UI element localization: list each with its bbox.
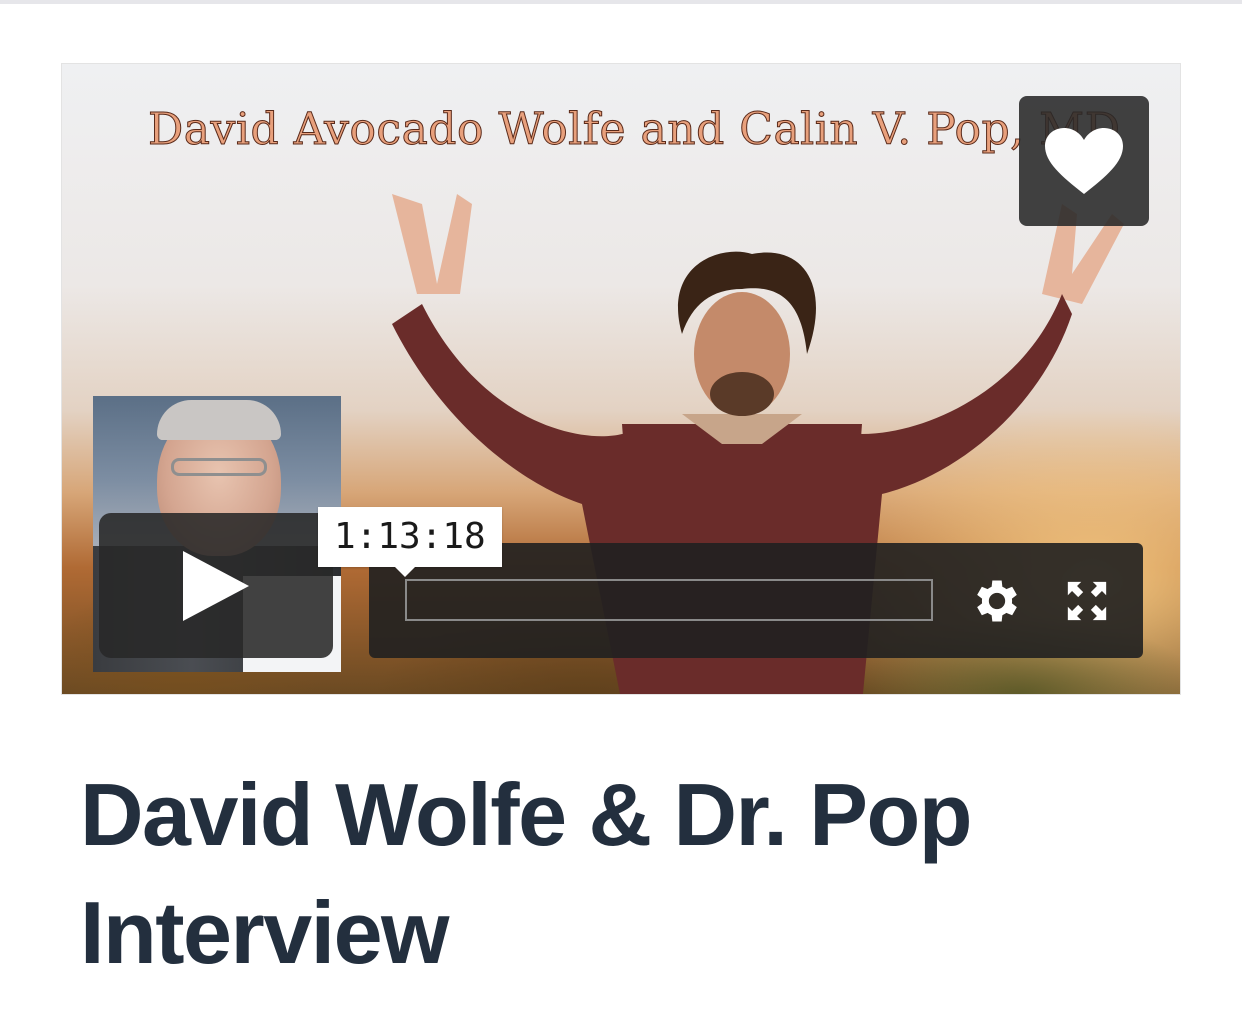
page-title: David Wolfe & Dr. Pop Interview	[80, 765, 973, 982]
fullscreen-button[interactable]	[1059, 573, 1115, 629]
play-button[interactable]	[99, 513, 333, 658]
video-caption-overlay: David Avocado Wolfe and Calin V. Pop, MD	[148, 104, 1121, 156]
time-tooltip: 1:13:18	[318, 507, 502, 577]
time-tooltip-label: 1:13:18	[334, 516, 486, 557]
time-tooltip-pointer	[394, 566, 416, 577]
heart-icon	[1045, 128, 1123, 194]
progress-bar[interactable]	[405, 579, 933, 621]
settings-button[interactable]	[969, 573, 1025, 629]
play-icon	[183, 550, 249, 621]
gear-icon	[977, 580, 1017, 622]
top-divider	[0, 0, 1242, 4]
fullscreen-icon	[1067, 581, 1107, 621]
like-button[interactable]	[1019, 96, 1149, 226]
